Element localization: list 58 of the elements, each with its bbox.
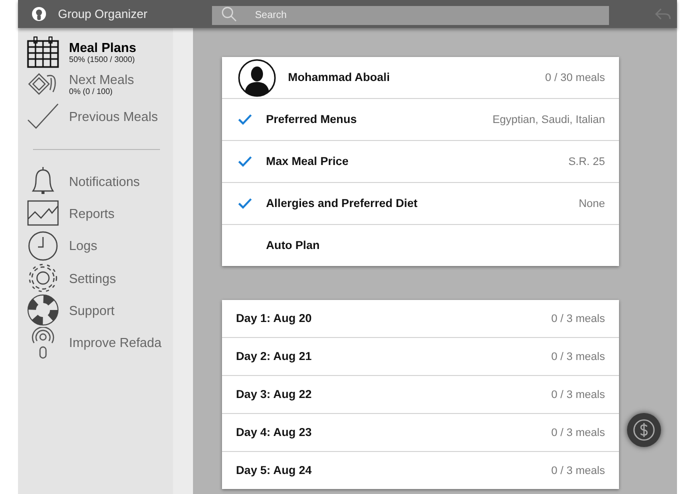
- nav-label: Improve Refada: [69, 335, 162, 350]
- setting-label: Preferred Menus: [266, 114, 357, 126]
- sidebar-item[interactable]: Previous Meals: [18, 100, 173, 132]
- nav-label: Previous Meals: [69, 108, 158, 124]
- calendar-icon: [27, 36, 59, 68]
- lifebuoy-icon: [27, 294, 59, 326]
- dollar-icon: [633, 419, 655, 441]
- nav-label: Logs: [69, 238, 98, 254]
- setting-value: None: [578, 198, 605, 210]
- sidebar-item[interactable]: Improve Refada: [18, 326, 173, 359]
- day-row[interactable]: Day 1: Aug 20 0 / 3 meals: [222, 300, 619, 337]
- settings-icon: [27, 262, 59, 294]
- meal-count: 0 / 30 meals: [545, 72, 605, 84]
- nav-label: Settings: [69, 270, 116, 286]
- sidebar-item[interactable]: Next Meals 0% (0 / 100): [18, 68, 173, 100]
- sidebar-item[interactable]: Meal Plans 50% (1500 / 3000): [18, 36, 173, 68]
- setting-value: S.R. 25: [568, 156, 605, 168]
- nav-label: Reports: [69, 206, 115, 221]
- day-row[interactable]: Day 4: Aug 23 0 / 3 meals: [222, 413, 619, 451]
- sidebar-item[interactable]: Notifications: [18, 165, 173, 198]
- day-label: Day 5: Aug 24: [236, 464, 312, 476]
- nav-label: Support: [69, 302, 115, 318]
- day-meal-count: 0 / 3 meals: [551, 350, 605, 362]
- nav-label: Next Meals: [69, 72, 134, 87]
- day-row[interactable]: Day 2: Aug 21 0 / 3 meals: [222, 337, 619, 375]
- app-title: Group Organizer: [58, 7, 148, 21]
- sidebar-item[interactable]: Logs: [18, 230, 173, 262]
- member-name: Mohammad Aboali: [288, 72, 390, 84]
- day-meal-count: 0 / 3 meals: [551, 426, 605, 438]
- day-row[interactable]: Day 5: Aug 24 0 / 3 meals: [222, 451, 619, 489]
- nav-label: Meal Plans: [69, 40, 136, 55]
- nav-progress: 50% (1500 / 3000): [69, 55, 136, 64]
- nav-label: Notifications: [69, 174, 140, 189]
- setting-value: Egyptian, Saudi, Italian: [492, 114, 605, 126]
- nav-progress: 0% (0 / 100): [69, 87, 114, 96]
- sidebar-item[interactable]: Reports: [18, 197, 173, 230]
- sidebar-item[interactable]: Support: [18, 294, 173, 326]
- setting-label: Auto Plan: [266, 240, 320, 252]
- settings-row[interactable]: Auto Plan: [222, 224, 619, 266]
- setting-label: Max Meal Price: [266, 156, 348, 168]
- day-label: Day 3: Aug 22: [236, 388, 312, 400]
- day-meal-count: 0 / 3 meals: [551, 388, 605, 400]
- person-logo-icon: [32, 7, 46, 21]
- payment-button[interactable]: [627, 413, 661, 447]
- day-row[interactable]: Day 3: Aug 22 0 / 3 meals: [222, 375, 619, 413]
- search-icon: [221, 6, 237, 22]
- setting-label: Allergies and Preferred Diet: [266, 198, 418, 210]
- day-label: Day 2: Aug 21: [236, 350, 312, 362]
- day-label: Day 4: Aug 23: [236, 426, 312, 438]
- settings-row[interactable]: Preferred Menus Egyptian, Saudi, Italian: [222, 98, 619, 140]
- day-meal-count: 0 / 3 meals: [551, 312, 605, 324]
- day-label: Day 1: Aug 20: [236, 312, 312, 324]
- day-meal-count: 0 / 3 meals: [551, 464, 605, 476]
- clock-icon: [27, 230, 59, 262]
- sidebar-item[interactable]: Settings: [18, 262, 173, 294]
- settings-row[interactable]: Allergies and Preferred Diet None: [222, 182, 619, 224]
- settings-row[interactable]: Max Meal Price S.R. 25: [222, 140, 619, 182]
- search-field[interactable]: Search: [212, 6, 609, 24]
